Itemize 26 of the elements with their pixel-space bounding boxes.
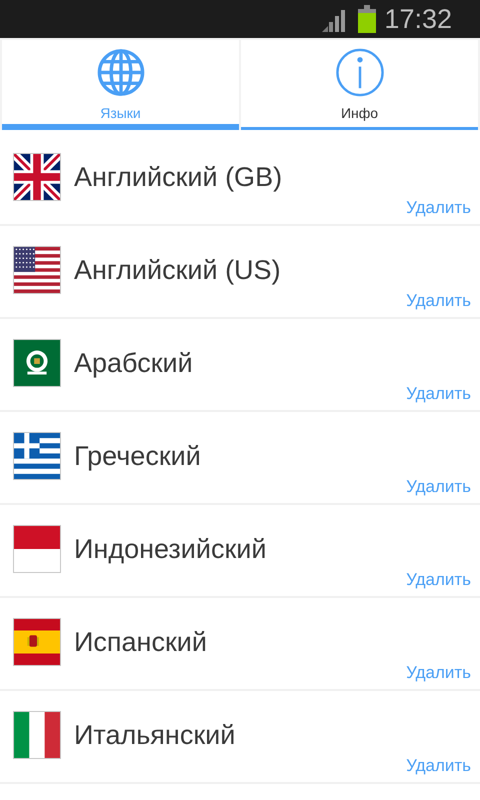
battery-icon	[358, 5, 376, 33]
flag-icon	[13, 246, 61, 294]
flag-icon	[13, 339, 61, 387]
language-row[interactable]: Индонезийский Удалить	[0, 505, 480, 598]
language-row[interactable]: Испанский Удалить	[0, 598, 480, 691]
flag-icon	[13, 618, 61, 666]
flag-icon	[13, 525, 61, 573]
language-row[interactable]: Греческий Удалить	[0, 412, 480, 505]
language-row[interactable]: Итальянский Удалить	[0, 691, 480, 784]
info-icon	[334, 48, 384, 97]
language-name: Английский (US)	[74, 254, 281, 287]
globe-icon	[96, 48, 146, 97]
flag-icon	[13, 432, 61, 480]
flag-icon	[13, 711, 61, 759]
language-row[interactable]: Арабский Удалить	[0, 319, 480, 412]
language-name: Испанский	[74, 626, 207, 659]
language-name: Греческий	[74, 440, 201, 473]
language-name: Арабский	[74, 347, 193, 380]
language-name: Индонезийский	[74, 533, 266, 566]
clock: 17:32	[384, 6, 452, 32]
flag-icon	[13, 153, 61, 201]
language-name: Итальянский	[74, 719, 236, 752]
tab[interactable]: Инфо	[241, 40, 478, 130]
language-name: Английский (GB)	[74, 161, 282, 194]
language-row[interactable]: Английский (US) Удалить	[0, 226, 480, 319]
language-row[interactable]: Английский (GB) Удалить	[0, 133, 480, 226]
